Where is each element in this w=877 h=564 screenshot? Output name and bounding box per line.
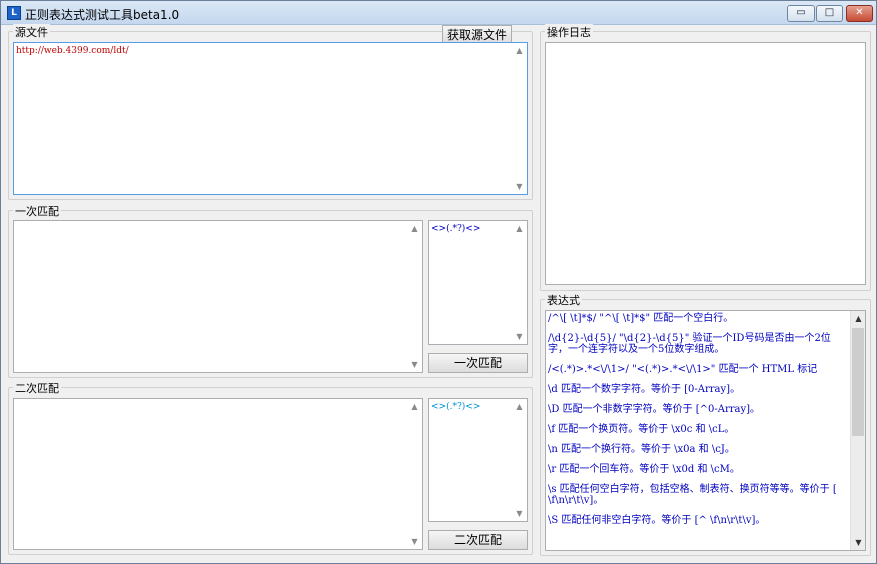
scroll-down-icon[interactable]: ▼ <box>851 535 865 550</box>
expression-item[interactable]: \S 匹配任何非空白字符。等价于 [^ \f\n\r\t\v]。 <box>548 515 848 526</box>
scroll-down-icon[interactable]: ▼ <box>407 357 422 372</box>
scroll-up-icon[interactable]: ▲ <box>512 221 527 236</box>
match2-result-scrollbar[interactable]: ▲ ▼ <box>407 399 422 549</box>
expression-item[interactable]: /^\[ \t]*$/ "^\[ \t]*$" 匹配一个空白行。 <box>548 313 848 324</box>
match1-result-scrollbar[interactable]: ▲ ▼ <box>407 221 422 372</box>
match1-pattern-textbox[interactable]: <>(.*?)<> ▲ ▼ <box>428 220 528 345</box>
expression-item[interactable]: \D 匹配一个非数字字符。等价于 [^0-Array]。 <box>548 404 848 415</box>
app-window: L 正则表达式测试工具beta1.0 ▭ □ ✕ 源文件 获取源文件 http:… <box>0 0 877 564</box>
match2-label: 二次匹配 <box>13 380 61 396</box>
match2-button[interactable]: 二次匹配 <box>428 530 528 550</box>
expression-item[interactable]: \f 匹配一个换页符。等价于 \x0c 和 \cL。 <box>548 424 848 435</box>
scroll-down-icon[interactable]: ▼ <box>512 506 527 521</box>
close-button[interactable]: ✕ <box>846 5 873 22</box>
match1-result-textbox[interactable]: ▲ ▼ <box>13 220 423 373</box>
expressions-scrollbar[interactable]: ▲ ▼ <box>850 311 865 550</box>
source-textbox[interactable]: http://web.4399.com/ldt/ ▲ ▼ <box>13 42 528 195</box>
match2-pattern-textbox[interactable]: <>(.*?)<> ▲ ▼ <box>428 398 528 522</box>
expressions-label: 表达式 <box>545 292 582 308</box>
match2-result-textbox[interactable]: ▲ ▼ <box>13 398 423 550</box>
source-text: http://web.4399.com/ldt/ <box>16 46 129 56</box>
scroll-up-icon[interactable]: ▲ <box>851 311 865 326</box>
expressions-listbox[interactable]: /^\[ \t]*$/ "^\[ \t]*$" 匹配一个空白行。 /\d{2}-… <box>545 310 866 551</box>
log-label: 操作日志 <box>545 24 593 40</box>
window-title: 正则表达式测试工具beta1.0 <box>25 8 180 22</box>
scroll-up-icon[interactable]: ▲ <box>512 43 527 58</box>
minimize-button[interactable]: ▭ <box>787 5 815 22</box>
expression-item[interactable]: \r 匹配一个回车符。等价于 \x0d 和 \cM。 <box>548 464 848 475</box>
scroll-down-icon[interactable]: ▼ <box>512 179 527 194</box>
match1-button[interactable]: 一次匹配 <box>428 353 528 373</box>
expression-item[interactable]: /\d{2}-\d{5}/ "\d{2}-\d{5}" 验证一个ID号码是否由一… <box>548 333 848 355</box>
expression-item[interactable]: \d 匹配一个数字字符。等价于 [0-Array]。 <box>548 384 848 395</box>
match1-pattern-scrollbar[interactable]: ▲ ▼ <box>512 221 527 344</box>
source-scrollbar[interactable]: ▲ ▼ <box>512 43 527 194</box>
scroll-up-icon[interactable]: ▲ <box>512 399 527 414</box>
maximize-button[interactable]: □ <box>816 5 843 22</box>
expression-item[interactable]: /<(.*)>.*<\/\1>/ "<(.*)>.*<\/\1>" 匹配一个 H… <box>548 364 848 375</box>
expressions-list: /^\[ \t]*$/ "^\[ \t]*$" 匹配一个空白行。 /\d{2}-… <box>548 313 848 535</box>
match2-pattern-text: <>(.*?)<> <box>431 402 481 412</box>
title-bar[interactable]: L 正则表达式测试工具beta1.0 ▭ □ ✕ <box>1 1 876 25</box>
scroll-down-icon[interactable]: ▼ <box>512 329 527 344</box>
expression-item[interactable]: \n 匹配一个换行符。等价于 \x0a 和 \cJ。 <box>548 444 848 455</box>
match1-pattern-text: <>(.*?)<> <box>431 224 481 234</box>
scrollbar-thumb[interactable] <box>852 328 864 436</box>
match2-pattern-scrollbar[interactable]: ▲ ▼ <box>512 399 527 521</box>
scroll-up-icon[interactable]: ▲ <box>407 221 422 236</box>
scroll-up-icon[interactable]: ▲ <box>407 399 422 414</box>
scroll-down-icon[interactable]: ▼ <box>407 534 422 549</box>
app-icon: L <box>7 6 21 20</box>
log-textbox[interactable] <box>545 42 866 285</box>
expression-item[interactable]: \s 匹配任何空白字符，包括空格、制表符、换页符等等。等价于 [ \f\n\r\… <box>548 484 848 506</box>
source-label: 源文件 <box>13 24 50 40</box>
match1-label: 一次匹配 <box>13 203 61 219</box>
